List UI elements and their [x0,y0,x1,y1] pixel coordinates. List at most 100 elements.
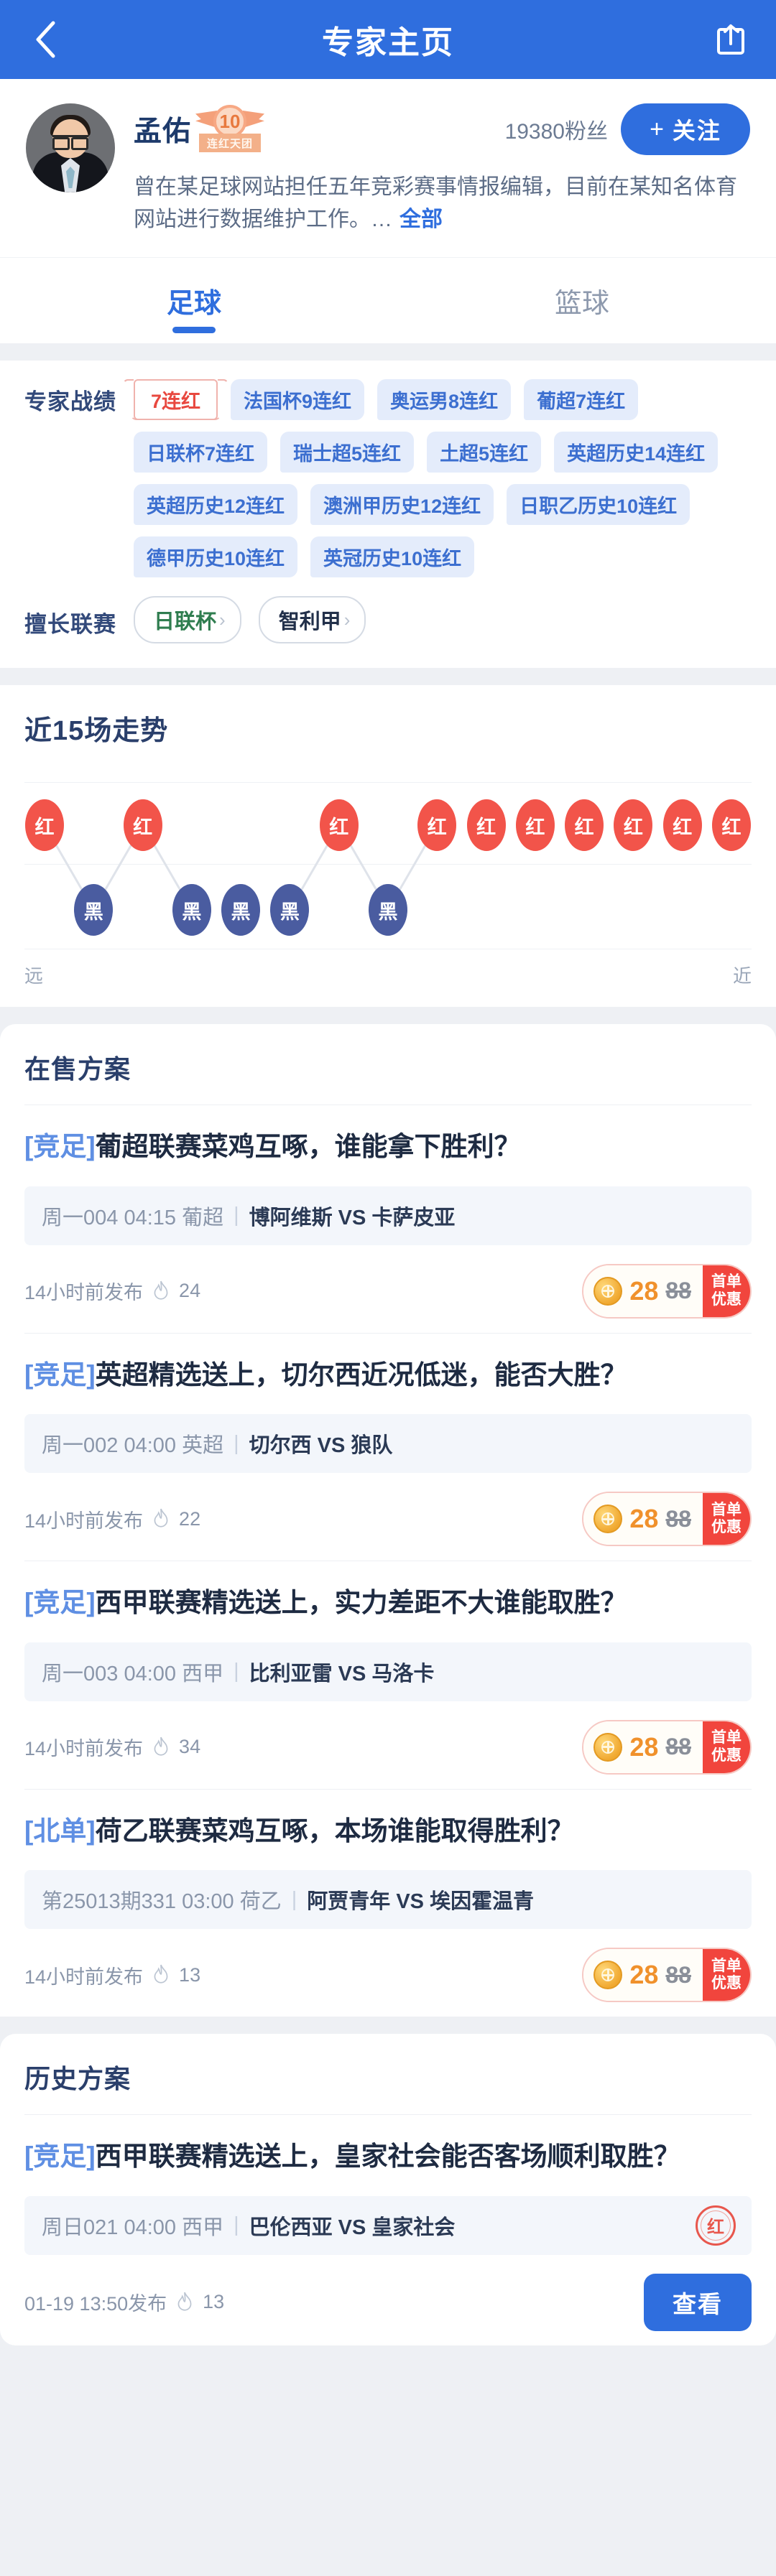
plan-title: [竞足]英超精选送上，切尔西近况低迷，能否大胜？ [24,1357,752,1395]
price-current: 28 [629,1504,659,1534]
follow-button-label: 关注 [672,118,721,144]
achievement-tag-list: 7连红 法国杯9连红 奥运男8连红 葡超7连红 日联杯7连红 瑞士超5连红 土超… [116,379,756,577]
achievement-tag[interactable]: 澳洲甲历史12连红 [310,484,494,525]
plan-footer: 14小时前发布 13 28 88 首单 优惠 [24,1948,752,2003]
trend-node-red: 红 [712,799,751,851]
trend-node-red: 红 [565,799,604,851]
sport-tabs: 足球 篮球 [0,257,776,343]
plan-category: [竞足] [24,1132,96,1161]
axis-label-near: 近 [732,965,752,987]
match-teams: 巴伦西亚 VS 皇家社会 [249,2215,456,2239]
price-amount-group: 28 88 [583,1721,703,1773]
share-icon [717,24,744,55]
price-original: 88 [665,1505,691,1532]
plan-publish-info: 14小时前发布 34 [24,1733,200,1761]
league-chip-chile-primera[interactable]: 智利甲 › [258,596,366,643]
tab-basketball-label: 篮球 [554,289,609,319]
promo-line-1: 首单 [711,1957,742,1974]
price-badge[interactable]: 28 88 首单 优惠 [582,1263,752,1319]
trend-node-black: 黑 [369,884,407,936]
trend-node-black: 黑 [221,884,261,936]
plan-title-text: 西甲联赛精选送上，皇家社会能否客场顺利取胜？ [95,2142,680,2172]
league-chip-label: 日联杯 [154,610,217,633]
tab-basketball[interactable]: 篮球 [388,258,776,343]
plan-item[interactable]: [竞足]西甲联赛精选送上，皇家社会能否客场顺利取胜？ 周日021 04:00 西… [24,2114,752,2345]
plan-title-text: 英超精选送上，切尔西近况低迷，能否大胜？ [95,1359,627,1390]
plan-title-text: 西甲联赛精选送上，实力差距不大谁能取胜？ [95,1588,627,1618]
match-info: 周日021 04:00 西甲 | 巴伦西亚 VS 皇家社会 红 [24,2195,752,2255]
promo-badge: 首单 优惠 [703,1493,750,1545]
trend-node-red: 红 [662,799,702,851]
plan-item[interactable]: [竞足]葡超联赛菜鸡互啄，谁能拿下胜利？ 周一004 04:15 葡超 | 博阿… [24,1105,752,1333]
profile-header: 孟佑 10 连红天团 19380粉丝 + 关注 曾在某足球网站担任五年竞彩赛事情… [0,79,776,257]
coin-icon [593,1961,623,1990]
achievement-tag[interactable]: 英超历史12连红 [134,484,298,525]
coin-icon [593,1732,623,1762]
match-meta: 周一003 04:00 西甲 [42,1662,224,1685]
price-badge[interactable]: 28 88 首单 优惠 [582,1948,752,2003]
chevron-left-icon [36,21,55,58]
price-badge[interactable]: 28 88 首单 优惠 [582,1719,752,1775]
trend-node-black: 黑 [172,884,211,936]
league-chip-japan-cup[interactable]: 日联杯 › [134,596,241,643]
plan-footer: 01-19 13:50发布 13 查看 [24,2273,752,2331]
plan-item[interactable]: [北单]荷乙联赛菜鸡互啄，本场谁能取得胜利？ 第25013期331 03:00 … [24,1788,752,2017]
plan-item[interactable]: [竞足]英超精选送上，切尔西近况低迷，能否大胜？ 周一002 04:00 英超 … [24,1332,752,1561]
plan-published-time: 14小时前发布 [24,1282,144,1304]
achievement-tag[interactable]: 德甲历史10连红 [134,536,298,577]
achievement-tag[interactable]: 葡超7连红 [524,379,639,420]
plan-title-text: 葡超联赛菜鸡互啄，谁能拿下胜利？ [95,1132,521,1161]
on-sale-section: 在售方案 [竞足]葡超联赛菜鸡互啄，谁能拿下胜利？ 周一004 04:15 葡超… [0,1024,776,2017]
achievement-tag[interactable]: 英超历史14连红 [554,432,719,473]
back-button[interactable] [26,20,65,59]
promo-badge: 首单 优惠 [703,1265,750,1317]
achievement-tag[interactable]: 日联杯7连红 [134,432,268,473]
on-sale-title: 在售方案 [24,1054,131,1084]
match-meta: 周一002 04:00 英超 [42,1434,224,1458]
plan-heat-count: 34 [179,1736,201,1758]
promo-line-2: 优惠 [711,1519,742,1536]
promo-line-1: 首单 [711,1501,742,1518]
match-info: 第25013期331 03:00 荷乙 | 阿贾青年 VS 埃因霍温青 [24,1870,752,1930]
avatar[interactable] [26,103,115,192]
plan-category: [竞足] [24,1359,96,1390]
achievement-tag[interactable]: 法国杯9连红 [231,379,365,420]
trend-node-black: 黑 [74,884,114,936]
trend-title: 近15场走势 [24,716,169,746]
trend-node-red: 红 [515,799,555,851]
fire-icon [154,1964,168,1984]
achievement-tag[interactable]: 日职乙历史10连红 [507,484,690,525]
result-stamp-badge: 红 [696,2205,736,2246]
plan-publish-info: 01-19 13:50发布 13 [24,2288,224,2316]
fire-icon [177,2292,192,2311]
follow-button[interactable]: + 关注 [621,103,750,155]
expert-name: 孟佑 [134,116,192,147]
price-current: 28 [629,1960,659,1990]
price-amount-group: 28 88 [583,1949,703,2001]
plan-category: [竞足] [24,2142,96,2172]
match-teams: 比利亚雷 VS 马洛卡 [249,1662,435,1685]
profile-name-row: 孟佑 10 连红天团 19380粉丝 + 关注 [134,103,750,155]
top-app-bar: 专家主页 [0,0,776,79]
achievement-tag-hot[interactable]: 7连红 [134,379,218,420]
match-teams: 切尔西 VS 狼队 [249,1434,393,1458]
share-button[interactable] [711,20,750,59]
tab-football[interactable]: 足球 [0,258,388,343]
achievement-tag[interactable]: 奥运男8连红 [377,379,512,420]
coin-icon [593,1276,623,1306]
plan-title: [北单]荷乙联赛菜鸡互啄，本场谁能取得胜利？ [24,1813,752,1851]
plan-publish-info: 14小时前发布 13 [24,1961,200,1989]
price-original: 88 [665,1734,691,1760]
price-badge[interactable]: 28 88 首单 优惠 [582,1492,752,1547]
profile-bio-more-link[interactable]: 全部 [399,208,443,231]
plan-footer: 14小时前发布 24 28 88 首单 优惠 [24,1263,752,1319]
plan-footer: 14小时前发布 22 28 88 首单 优惠 [24,1492,752,1547]
achievement-tag[interactable]: 瑞士超5连红 [280,432,415,473]
view-button[interactable]: 查看 [644,2273,752,2331]
price-current: 28 [629,1731,659,1762]
achievement-tag[interactable]: 英冠历史10连红 [310,536,475,577]
price-original: 88 [665,1278,691,1304]
plan-item[interactable]: [竞足]西甲联赛精选送上，实力差距不大谁能取胜？ 周一003 04:00 西甲 … [24,1561,752,1789]
promo-badge: 首单 优惠 [703,1721,750,1773]
achievement-tag[interactable]: 土超5连红 [427,432,542,473]
